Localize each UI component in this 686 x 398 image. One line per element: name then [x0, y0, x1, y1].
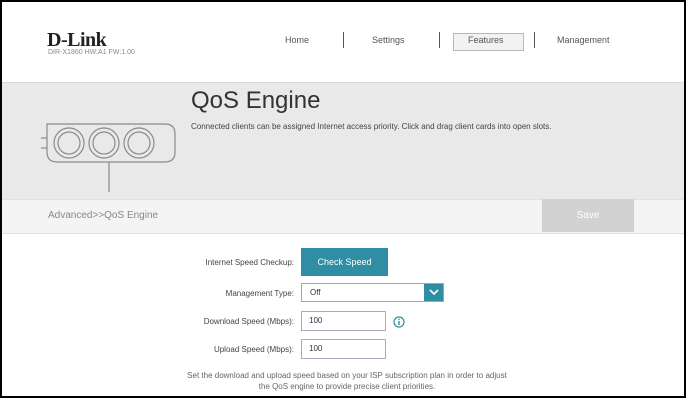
- nav-settings[interactable]: Settings: [372, 35, 405, 45]
- model-info: DIR-X1860 HW:A1 FW:1.00: [48, 49, 135, 56]
- chevron-down-icon[interactable]: [424, 284, 443, 301]
- management-type-label: Management Type:: [225, 289, 294, 298]
- management-type-value: Off: [310, 288, 321, 297]
- nav-home[interactable]: Home: [285, 35, 309, 45]
- page-title: QoS Engine: [191, 87, 321, 114]
- speed-note-line2: the QoS engine to provide precise client…: [258, 382, 436, 391]
- management-type-select[interactable]: Off: [301, 283, 444, 302]
- qos-gauge-illustration: [41, 123, 176, 192]
- nav-separator: [534, 32, 535, 48]
- upload-speed-input[interactable]: 100: [301, 339, 386, 359]
- header-bar: D-Link DIR-X1860 HW:A1 FW:1.00 Home Sett…: [2, 2, 684, 82]
- nav-separator: [343, 32, 344, 48]
- speed-check-label: Internet Speed Checkup:: [205, 258, 294, 267]
- speed-note: Set the download and upload speed based …: [102, 370, 592, 392]
- download-speed-input[interactable]: 100: [301, 311, 386, 331]
- upload-speed-label: Upload Speed (Mbps):: [213, 345, 294, 354]
- page-description: Connected clients can be assigned Intern…: [191, 122, 552, 131]
- nav-separator: [439, 32, 440, 48]
- save-button[interactable]: Save: [542, 199, 634, 232]
- speed-note-line1: Set the download and upload speed based …: [187, 371, 507, 380]
- nav-management[interactable]: Management: [557, 35, 610, 45]
- info-icon[interactable]: [393, 316, 405, 328]
- router-admin-page: D-Link DIR-X1860 HW:A1 FW:1.00 Home Sett…: [2, 2, 684, 396]
- download-speed-label: Download Speed (Mbps):: [203, 317, 294, 326]
- breadcrumb: Advanced>>QoS Engine: [48, 210, 159, 221]
- check-speed-button[interactable]: Check Speed: [301, 248, 388, 276]
- nav-features[interactable]: Features: [468, 35, 504, 45]
